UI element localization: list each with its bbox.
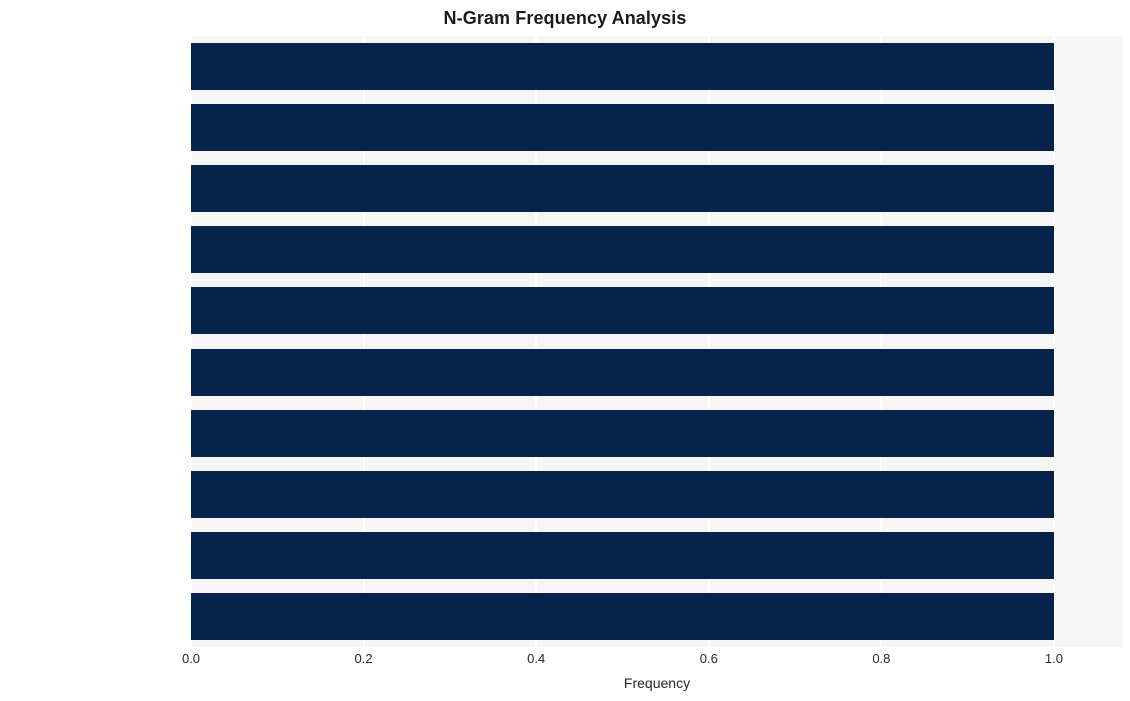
bar [191,226,1054,274]
chart-title-text: N-Gram Frequency Analysis [443,8,687,28]
bar [191,592,1054,640]
plot-area [191,36,1123,647]
chart-figure: N-Gram Frequency Analysis hash pakistan … [0,0,1130,701]
x-tick-label: 1.0 [1044,651,1063,666]
bar-row [191,531,1123,579]
x-tick-label: 0.4 [527,651,546,666]
bar-row [191,592,1123,640]
x-tick-label: 0.0 [181,651,201,666]
bar-row [191,409,1123,457]
bar [191,287,1054,335]
x-axis-tick-labels: 0.0 0.2 0.4 0.6 0.8 1.0 [182,651,1123,671]
bar-row [191,287,1123,335]
x-axis-title: Frequency [623,675,691,691]
bar-row [191,165,1123,213]
bar [191,165,1054,213]
bar [191,43,1054,91]
bar-row [191,226,1123,274]
bar [191,531,1054,579]
bar [191,409,1054,457]
x-tick-label: 0.8 [872,651,891,666]
x-tick-label: 0.2 [354,651,373,666]
bar [191,104,1054,152]
bar-row [191,43,1123,91]
x-tick-label: 0.6 [699,651,718,666]
bar-row [191,348,1123,396]
bar [191,470,1054,518]
bar [191,348,1054,396]
chart-title: N-Gram Frequency Analysis [0,7,1130,29]
bar-row [191,470,1123,518]
bar-row [191,104,1123,152]
